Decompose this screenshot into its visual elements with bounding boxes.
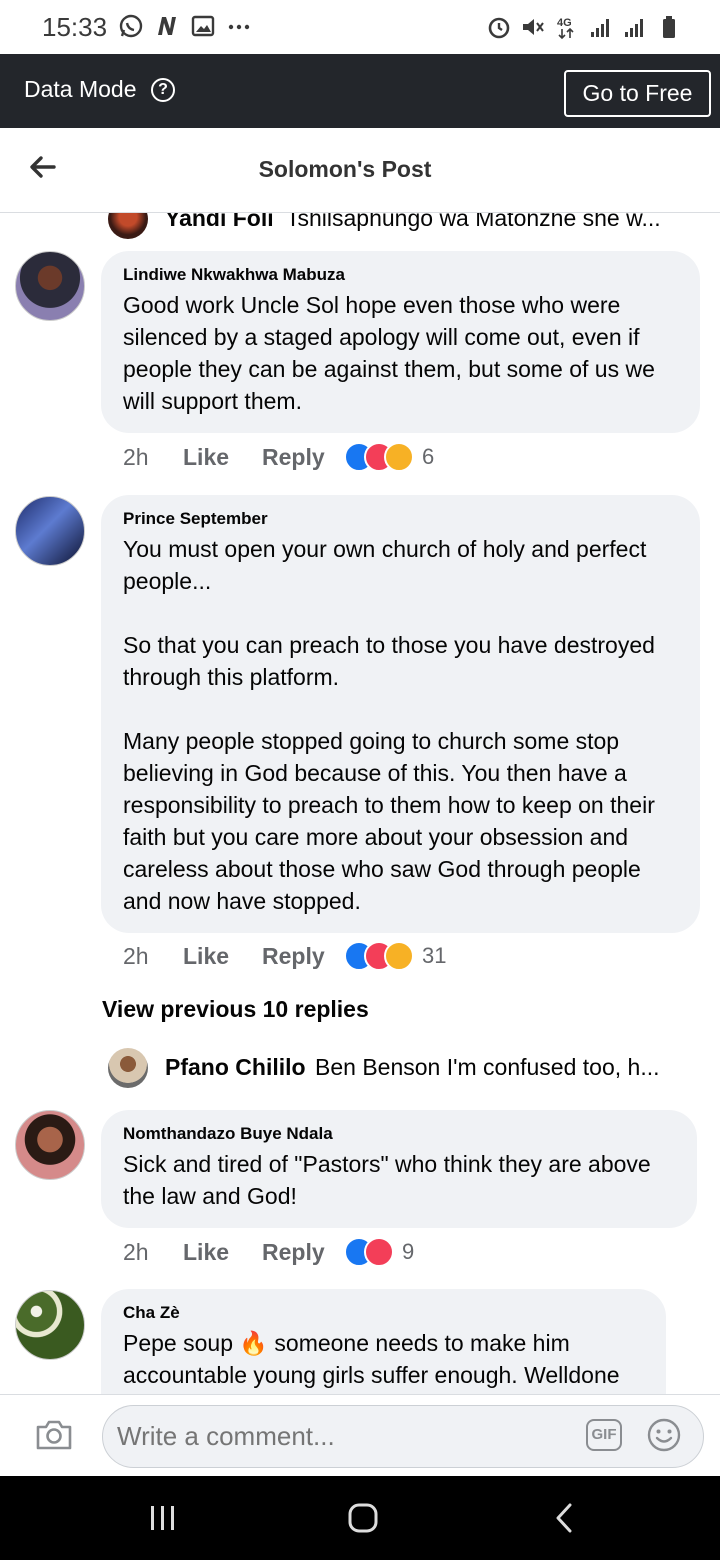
back-nav-icon[interactable] <box>548 1502 584 1534</box>
comment-text: Pepe soup 🔥 someone needs to make him ac… <box>123 1327 644 1391</box>
svg-text:4G: 4G <box>557 17 572 29</box>
collapsed-reply[interactable]: Yandi Foli Tshilsaphungo wa Matonzhe she… <box>108 213 698 241</box>
avatar[interactable] <box>15 251 85 321</box>
comment-author[interactable]: Lindiwe Nkwakhwa Mabuza <box>123 265 678 285</box>
recent-apps-icon[interactable] <box>145 1502 181 1534</box>
whatsapp-icon <box>119 14 143 38</box>
avatar[interactable] <box>108 1048 148 1088</box>
avatar[interactable] <box>15 496 85 566</box>
comment-time: 2h <box>123 443 149 470</box>
comment-bubble[interactable]: Nomthandazo Buye Ndala Sick and tired of… <box>101 1110 697 1228</box>
status-bar: 15:33 4G <box>0 0 720 54</box>
status-left-icons <box>118 13 252 39</box>
4g-icon: 4G <box>557 17 574 40</box>
comment-composer: GIF <box>0 1394 720 1476</box>
comment-time: 2h <box>123 1238 149 1265</box>
alarm-icon <box>488 17 510 39</box>
system-nav-bar <box>0 1476 720 1560</box>
reactions-summary[interactable]: 9 <box>344 1237 414 1267</box>
reaction-count: 6 <box>422 444 435 469</box>
like-button[interactable]: Like <box>183 943 262 970</box>
comment-paragraph: So that you can preach to those you have… <box>123 632 655 690</box>
signal-icon-2 <box>625 19 643 37</box>
help-icon[interactable]: ? <box>151 78 175 102</box>
status-time: 15:33 <box>42 12 108 42</box>
comment-actions: 2h Like Reply 31 <box>123 940 446 972</box>
wow-reaction-icon <box>384 442 414 472</box>
camera-icon[interactable] <box>34 1415 74 1455</box>
comment-paragraph: Many people stopped going to church some… <box>123 728 655 914</box>
reply-button[interactable]: Reply <box>262 444 344 471</box>
comment-actions: 2h Like Reply 9 <box>123 1236 414 1268</box>
reactions-summary[interactable]: 6 <box>344 442 434 472</box>
reaction-count: 9 <box>402 1239 415 1264</box>
reply-preview-text[interactable]: Tshilsaphungo wa Matonzhe she w... <box>286 213 661 232</box>
comment-paragraph: Good work Uncle Sol hope even those who … <box>123 292 655 414</box>
sad-reaction-icon <box>384 941 414 971</box>
like-button[interactable]: Like <box>183 1239 262 1266</box>
battery-icon <box>663 16 675 38</box>
view-previous-replies-link[interactable]: View previous 10 replies <box>102 996 369 1023</box>
avatar[interactable] <box>15 1110 85 1180</box>
more-dots-icon <box>228 24 250 30</box>
avatar[interactable] <box>108 213 148 239</box>
post-header: Solomon's Post <box>0 128 720 213</box>
collapsed-reply[interactable]: Pfano Chililo Ben Benson I'm confused to… <box>108 1048 698 1090</box>
comment-author[interactable]: Prince September <box>123 509 678 529</box>
comment-author[interactable]: Nomthandazo Buye Ndala <box>123 1124 675 1144</box>
home-icon[interactable] <box>345 1502 381 1534</box>
comment-paragraph: Pepe soup 🔥 someone needs to make him ac… <box>123 1330 620 1388</box>
reaction-count: 31 <box>422 943 447 968</box>
n-app-icon <box>158 17 176 35</box>
avatar[interactable] <box>15 1290 85 1360</box>
data-mode-label: Data Mode <box>24 76 137 102</box>
comment-text: Good work Uncle Sol hope even those who … <box>123 289 678 417</box>
reply-button[interactable]: Reply <box>262 1239 344 1266</box>
reply-preview-text[interactable]: Ben Benson I'm confused too, h... <box>315 1054 660 1081</box>
comment-bubble[interactable]: Prince September You must open your own … <box>101 495 700 933</box>
comment-time: 2h <box>123 942 149 969</box>
comment-text: Sick and tired of "Pastors" who think th… <box>123 1148 675 1212</box>
signal-icon <box>591 19 609 37</box>
gallery-icon <box>191 15 215 37</box>
comment-author[interactable]: Cha Zè <box>123 1303 644 1323</box>
go-to-free-button[interactable]: Go to Free <box>564 70 711 117</box>
page-title: Solomon's Post <box>258 156 432 182</box>
comment-paragraph: Sick and tired of "Pastors" who think th… <box>123 1151 651 1209</box>
love-reaction-icon <box>364 1237 394 1267</box>
gif-button[interactable]: GIF <box>586 1419 622 1451</box>
comment-actions: 2h Like Reply 6 <box>123 441 434 473</box>
reply-author[interactable]: Yandi Foli <box>165 213 274 232</box>
reactions-summary[interactable]: 31 <box>344 941 446 971</box>
comment-paragraph: You must open your own church of holy an… <box>123 536 647 594</box>
comment-bubble[interactable]: Cha Zè Pepe soup 🔥 someone needs to make… <box>101 1289 666 1394</box>
mute-icon <box>523 19 544 35</box>
status-right-icons: 4G <box>486 14 682 40</box>
like-button[interactable]: Like <box>183 444 262 471</box>
emoji-icon[interactable] <box>646 1417 682 1453</box>
comment-text: You must open your own church of holy an… <box>123 533 678 917</box>
reply-author[interactable]: Pfano Chililo <box>165 1054 306 1081</box>
comments-feed[interactable]: Yandi Foli Tshilsaphungo wa Matonzhe she… <box>0 213 720 1394</box>
comment-bubble[interactable]: Lindiwe Nkwakhwa Mabuza Good work Uncle … <box>101 251 700 433</box>
reply-button[interactable]: Reply <box>262 943 344 970</box>
